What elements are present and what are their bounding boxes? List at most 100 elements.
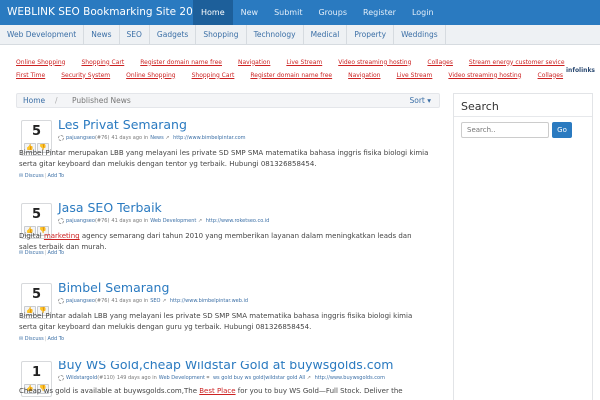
inline-ad-link[interactable]: marketing [44,232,80,240]
story-title[interactable]: Buy WS Gold,cheap Wildstar Gold at buyws… [58,361,393,372]
ad-link[interactable]: Video streaming hosting [448,72,521,79]
nav-new[interactable]: New [233,0,266,25]
category-medical[interactable]: Medical [304,25,348,45]
ad-link[interactable]: Register domain name free [250,72,332,79]
category-technology[interactable]: Technology [247,25,304,45]
nav-login[interactable]: Login [404,0,442,25]
discuss-link[interactable]: Discuss [25,250,44,256]
add-to-link[interactable]: Add To [47,336,64,342]
add-to-link[interactable]: Add To [47,250,64,256]
ad-link[interactable]: Shopping Cart [81,59,124,66]
story-category[interactable]: Web Development [150,218,196,224]
add-to-link[interactable]: Add To [47,173,64,179]
user-count: (#110) [97,375,115,381]
story-actions: ✉ Discuss|Add To [19,250,65,256]
caret-down-icon: ▾ [427,96,431,105]
ad-link[interactable]: Live Stream [397,72,433,79]
link-icon: ↗ [160,298,168,304]
story-age: 41 days ago in [111,298,149,304]
search-heading: Search [461,100,499,113]
nav-home[interactable]: Home [193,0,233,25]
breadcrumb-home[interactable]: Home [23,94,45,107]
story-age: 41 days ago in [111,135,149,141]
story-age: 149 days ago in [116,375,157,381]
category-web-development[interactable]: Web Development [0,25,85,45]
story-title[interactable]: Jasa SEO Terbaik [58,200,162,215]
story-category[interactable]: Web Development [159,375,205,381]
story-meta: pajuangseo (#76) 41 days ago in Web Deve… [58,218,269,224]
ad-link[interactable]: Video streaming hosting [338,59,411,66]
ad-link[interactable]: Live Stream [286,59,322,66]
story-description: Bimbel Pintar merupakan LBB yang melayan… [19,149,429,168]
ad-link[interactable]: Stream energy customer sevice [469,59,565,66]
ad-link[interactable]: Online Shopping [126,72,175,79]
inline-ad-link[interactable]: Best Place [199,387,235,395]
story-category[interactable]: News [150,135,164,141]
comment-icon: ✉ [19,250,24,256]
link-icon: ↗ [305,375,313,381]
ad-link[interactable]: Navigation [348,72,380,79]
vote-count: 5 [31,207,42,222]
breadcrumb: Home / Published News Sort ▾ [16,93,440,108]
story-meta: pajuangseo (#76) 41 days ago in SEO ↗ ht… [58,298,248,304]
discuss-link[interactable]: Discuss [25,336,44,342]
story-category[interactable]: SEO [150,298,160,304]
ad-link[interactable]: Collages [427,59,453,66]
story-description: Digital marketing agency semarang dari t… [19,232,412,251]
vote-count: 1 [31,365,42,380]
search-input[interactable] [461,122,549,138]
story-description: Cheap ws gold is available at buywsgolds… [19,387,403,395]
category-shopping[interactable]: Shopping [196,25,247,45]
story-user[interactable]: pajuangseo [66,135,95,141]
discuss-link[interactable]: Discuss [25,173,44,179]
nav-register[interactable]: Register [355,0,404,25]
category-news[interactable]: News [84,25,120,45]
user-count: (#76) [94,218,110,224]
user-count: (#76) [94,298,110,304]
story-item: 1 👍 👎 Buy WS Gold,cheap Wildstar Gold at… [16,361,440,400]
comment-icon: ✉ [19,173,24,179]
tag-icon: ⌗ [204,375,211,381]
story-url[interactable]: http://www.bimbelpintar.web.id [170,298,248,304]
nav-groups[interactable]: Groups [310,0,355,25]
nav-submit[interactable]: Submit [266,0,310,25]
story-meta: Wildstargold (#110) 149 days ago in Web … [58,375,385,381]
story-tags[interactable]: ws gold buy ws gold|wildstar gold All [213,375,305,381]
category-property[interactable]: Property [347,25,395,45]
story-title[interactable]: Les Privat Semarang [58,117,187,132]
story-title[interactable]: Bimbel Semarang [58,280,169,295]
infolinks-logo[interactable]: infolinks [566,67,595,74]
divider [454,116,592,117]
story-url[interactable]: http://www.buywsgolds.com [315,375,385,381]
ad-link[interactable]: Online Shopping [16,59,65,66]
story-user[interactable]: pajuangseo [66,218,95,224]
sort-dropdown[interactable]: Sort ▾ [409,94,431,107]
main-nav: Home New Submit Groups Register Login [193,0,442,25]
ad-link[interactable]: Collages [538,72,564,79]
ad-link[interactable]: Shopping Cart [192,72,235,79]
ad-link[interactable]: Register domain name free [140,59,222,66]
category-weddings[interactable]: Weddings [394,25,446,45]
search-panel: Search Go [453,93,593,400]
story-actions: ✉ Discuss|Add To [19,336,65,342]
ad-link[interactable]: First Time [16,72,45,79]
ad-row: Online Shopping Shopping Cart Register d… [16,56,565,68]
story-url[interactable]: http://www.roketseo.co.id [206,218,270,224]
user-avatar-icon [58,135,64,141]
user-avatar-icon [58,218,64,224]
category-seo[interactable]: SEO [120,25,150,45]
site-brand[interactable]: WEBLINK SEO Bookmarking Site 2014 [7,0,206,25]
story-url[interactable]: http://www.bimbelpintar.com [173,135,245,141]
story-user[interactable]: Wildstargold [66,375,97,381]
top-navbar: WEBLINK SEO Bookmarking Site 2014 Home N… [0,0,600,25]
category-gadgets[interactable]: Gadgets [150,25,197,45]
link-icon: ↗ [196,218,204,224]
ad-row: First Time Security System Online Shoppi… [16,69,563,81]
search-go-button[interactable]: Go [552,122,572,138]
ad-link[interactable]: Security System [61,72,110,79]
breadcrumb-separator: / [55,96,58,105]
story-user[interactable]: pajuangseo [66,298,95,304]
story-item: 5 👍 👎 Les Privat Semarang pajuangseo (#7… [16,117,440,188]
comment-icon: ✉ [19,336,24,342]
ad-link[interactable]: Navigation [238,59,270,66]
